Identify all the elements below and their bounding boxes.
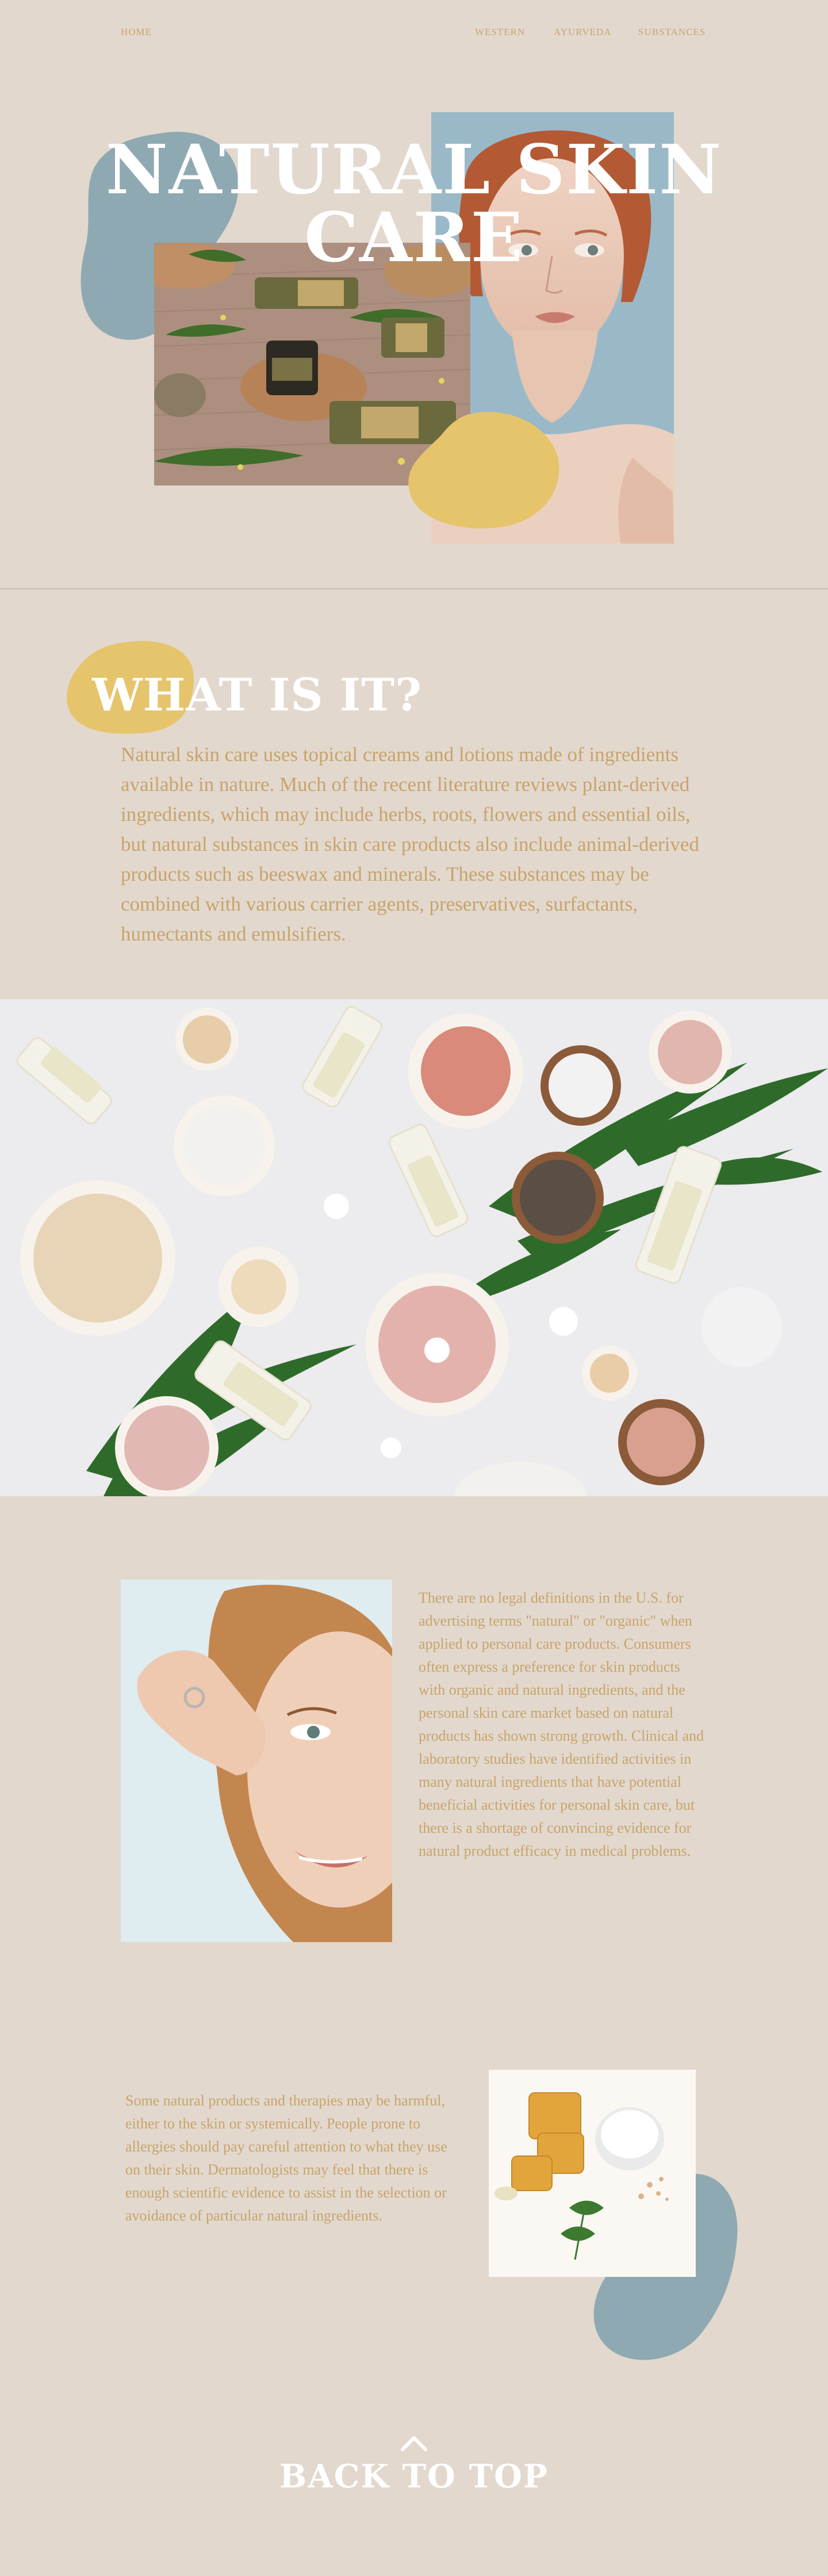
nav-western[interactable]: WESTERN <box>475 26 525 38</box>
harmful-products-paragraph: Some natural products and therapies may … <box>125 2092 447 2224</box>
woman-touching-face-photo <box>121 1580 392 1942</box>
section-divider <box>0 588 828 590</box>
hero-title: NATURAL SKIN CARE <box>105 129 723 277</box>
honeycomb-cream-photo <box>489 2070 696 2277</box>
what-is-it-paragraph: Natural skin care uses topical creams an… <box>121 743 699 945</box>
ingredients-banner-photo <box>0 999 828 1496</box>
back-to-top-link[interactable]: BACK TO TOP <box>0 2457 828 2495</box>
nav-substances[interactable]: SUBSTANCES <box>638 26 706 38</box>
legal-definitions-paragraph: There are no legal definitions in the U.… <box>419 1589 704 1859</box>
chevron-up-icon[interactable] <box>400 2434 428 2452</box>
section-title-what-is-it: WHAT IS IT? <box>92 669 422 721</box>
nav-ayurveda[interactable]: AYURVEDA <box>554 26 611 38</box>
yellow-blob-decoration <box>408 412 559 529</box>
nav-home[interactable]: HOME <box>121 26 152 38</box>
